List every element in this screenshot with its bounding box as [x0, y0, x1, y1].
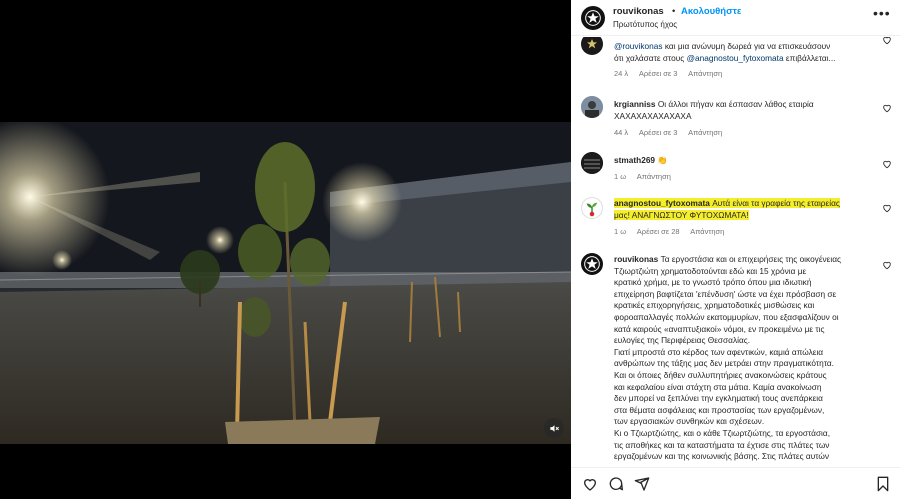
comment-meta: 24 λ Αρέσει σε 3 Απάντηση [614, 69, 731, 78]
comment-icon[interactable] [608, 476, 624, 492]
reply-button[interactable]: Απάντηση [688, 128, 722, 137]
commenter-avatar[interactable] [581, 253, 603, 275]
reply-button[interactable]: Απάντηση [688, 69, 722, 78]
star-logo-icon [584, 256, 600, 272]
post-actions-bar [571, 467, 900, 499]
commenter-avatar[interactable] [581, 197, 603, 219]
commenter-avatar[interactable] [581, 96, 603, 118]
like-icon[interactable] [582, 476, 598, 492]
commenter-username[interactable]: rouvikonas [614, 254, 658, 264]
profile-photo-icon [581, 96, 603, 118]
star-logo-icon [586, 39, 598, 49]
author-avatar[interactable] [581, 6, 605, 30]
comment-time: 1 ω [614, 227, 627, 236]
reply-button[interactable]: Απάντηση [690, 227, 724, 236]
like-heart-icon[interactable] [882, 203, 892, 213]
mention-link[interactable]: @rouvikonas [614, 41, 663, 51]
clapping-emoji: 👏 [657, 155, 668, 165]
more-options-icon[interactable]: ••• [873, 6, 891, 20]
comment-meta: 44 λ Αρέσει σε 3 Απάντηση [614, 128, 731, 137]
video-frame [0, 122, 571, 444]
comment-time: 24 λ [614, 69, 629, 78]
reply-button[interactable]: Απάντηση [637, 172, 671, 181]
profile-photo-icon [581, 152, 603, 174]
share-icon[interactable] [634, 476, 650, 492]
comment-likes[interactable]: Αρέσει σε 28 [637, 227, 680, 236]
original-audio-link[interactable]: Πρωτότυπος ήχος [613, 20, 677, 29]
plant-logo-icon [586, 202, 598, 217]
separator-dot: • [672, 6, 676, 17]
comment-text: rouvikonas Τα εργοστάσια και οι επιχειρή… [614, 254, 842, 462]
comment-likes[interactable]: Αρέσει σε 3 [639, 128, 678, 137]
media-pane [0, 0, 571, 499]
comment-likes[interactable]: Αρέσει σε 3 [639, 69, 678, 78]
reel-video[interactable] [0, 122, 571, 444]
like-heart-icon[interactable] [882, 159, 892, 169]
commenter-username[interactable]: stmath269 [614, 155, 655, 165]
commenter-username[interactable]: krgianniss [614, 99, 656, 109]
follow-button[interactable]: Ακολουθήστε [681, 6, 741, 17]
commenter-avatar[interactable] [581, 152, 603, 174]
comments-list: @rouvikonas και μια ανώνυμη δωρεά για να… [571, 37, 900, 467]
save-bookmark-icon[interactable] [875, 476, 891, 492]
like-heart-icon[interactable] [882, 103, 892, 113]
like-heart-icon[interactable] [882, 37, 892, 45]
post-side-panel: rouvikonas • Ακολουθήστε Πρωτότυπος ήχος… [571, 0, 900, 499]
comment-text: anagnostou_fytoxomata Αυτά είναι τα γραφ… [614, 198, 840, 220]
mute-toggle-button[interactable] [544, 418, 564, 438]
speaker-muted-icon [549, 424, 559, 432]
comment-time: 1 ω [614, 172, 627, 181]
like-heart-icon[interactable] [882, 260, 892, 270]
comment-meta: 1 ω Αρέσει σε 28 Απάντηση [614, 227, 733, 236]
comment-text: @rouvikonas και μια ανώνυμη δωρεά για να… [614, 41, 836, 63]
comment-meta: 1 ω Απάντηση [614, 172, 680, 181]
commenter-avatar[interactable] [581, 37, 603, 55]
post-header: rouvikonas • Ακολουθήστε Πρωτότυπος ήχος… [571, 0, 900, 36]
comment-time: 44 λ [614, 128, 629, 137]
comment-text: krgianniss Οι άλλοι πήγαν και έσπασαν λά… [614, 99, 814, 121]
comment-text: stmath269 👏 [614, 155, 876, 167]
star-logo-icon [585, 10, 601, 26]
commenter-username[interactable]: anagnostou_fytoxomata [614, 198, 710, 208]
mention-link[interactable]: @anagnostou_fytoxomata [687, 53, 784, 63]
author-username[interactable]: rouvikonas [613, 6, 664, 17]
